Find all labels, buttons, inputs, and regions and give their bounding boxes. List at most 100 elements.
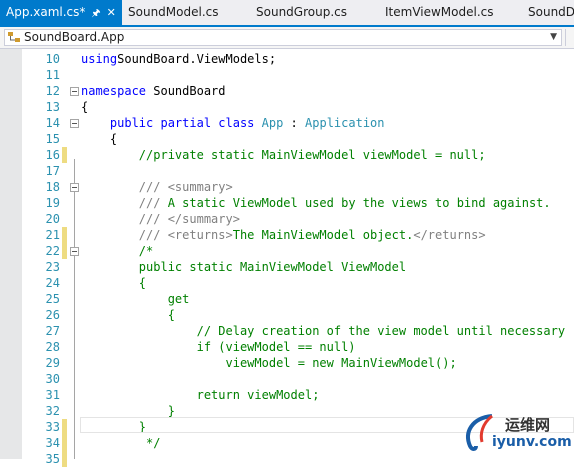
line-number: 27 (45, 324, 60, 338)
code-line[interactable]: 19 /// A static ViewModel used by the vi… (0, 195, 574, 211)
line-number: 25 (45, 292, 60, 306)
change-marker (62, 243, 67, 259)
line-number: 16 (45, 148, 60, 162)
code-line[interactable]: 29 viewModel = new MainViewModel(); (0, 355, 574, 371)
pin-icon[interactable]: 🖈 (91, 8, 100, 19)
watermark-text: 运维网 (505, 416, 551, 434)
code-token: : (283, 116, 306, 130)
navigation-bar: SoundBoard.App ▼ (0, 27, 574, 49)
change-marker (62, 227, 67, 243)
line-number: 10 (45, 52, 60, 66)
code-text: { (81, 275, 146, 291)
collapse-icon[interactable] (70, 247, 79, 256)
code-token: /// (138, 196, 161, 210)
code-token: if (viewModel == null) (196, 340, 356, 354)
tab-sounddata[interactable]: SoundDa (528, 0, 574, 25)
code-line[interactable]: 16 //private static MainViewModel viewMo… (0, 147, 574, 163)
line-number: 12 (45, 84, 60, 98)
code-token: viewModel = new MainViewModel(); (225, 356, 457, 370)
tab-soundgroup-cs[interactable]: SoundGroup.cs (256, 0, 347, 25)
code-line[interactable]: 12 namespace SoundBoard (0, 83, 574, 99)
code-token: { (167, 308, 175, 322)
chevron-down-icon[interactable]: ▼ (550, 30, 557, 45)
code-line[interactable]: 15 { (0, 131, 574, 147)
code-text: /// <summary> (81, 179, 233, 195)
code-text: { (81, 131, 117, 147)
line-number: 29 (45, 356, 60, 370)
line-number: 32 (45, 404, 60, 418)
change-marker (62, 451, 67, 467)
code-token: SoundBoard.ViewModels; (117, 52, 277, 66)
code-text: if (viewModel == null) (81, 339, 356, 355)
line-number: 13 (45, 100, 60, 114)
code-token: } (167, 404, 175, 418)
code-line[interactable]: 18 /// <summary> (0, 179, 574, 195)
code-editor[interactable]: 10 usingSoundBoard.ViewModels; 11 12 namespa… (0, 49, 574, 467)
line-number: 33 (45, 420, 60, 434)
collapse-icon[interactable] (70, 87, 79, 96)
tab-app-xaml-cs[interactable]: App.xaml.cs* 🖈 ✕ (0, 0, 122, 25)
line-number: 21 (45, 228, 60, 242)
document-tab-bar: App.xaml.cs* 🖈 ✕ SoundModel.cs SoundGroup.… (0, 0, 574, 27)
code-token: //private static MainViewModel viewModel… (138, 148, 486, 162)
code-line[interactable]: 10 usingSoundBoard.ViewModels; (0, 51, 574, 67)
code-text: namespace SoundBoard (81, 83, 226, 99)
code-line[interactable]: 13 { (0, 99, 574, 115)
line-number: 31 (45, 388, 60, 402)
close-icon[interactable]: ✕ (107, 6, 116, 19)
code-text: public partial class App : Application (81, 115, 385, 131)
code-line[interactable]: 27 // Delay creation of the view model u… (0, 323, 574, 339)
collapse-icon[interactable] (70, 183, 79, 192)
code-line[interactable]: 20 /// </summary> (0, 211, 574, 227)
code-token: { (138, 276, 147, 290)
class-icon (8, 32, 20, 42)
line-number: 19 (45, 196, 60, 210)
code-text: return viewModel; (81, 387, 320, 403)
code-line[interactable]: 26 { (0, 307, 574, 323)
tab-soundmodel-cs[interactable]: SoundModel.cs (128, 0, 218, 25)
tab-itemviewmodel-cs[interactable]: ItemViewModel.cs (385, 0, 494, 25)
code-text: /* (81, 243, 153, 259)
code-token: A static ViewModel used by the views to … (160, 196, 551, 210)
code-line[interactable]: 25 get (0, 291, 574, 307)
code-token: get (167, 292, 190, 306)
member-navigation-dropdown[interactable] (565, 29, 574, 46)
code-text: /// A static ViewModel used by the views… (81, 195, 551, 211)
code-text: // Delay creation of the view model unti… (81, 323, 565, 339)
code-line[interactable]: 28 if (viewModel == null) (0, 339, 574, 355)
line-number: 17 (45, 164, 60, 178)
code-line[interactable]: 30 (0, 371, 574, 387)
change-marker (62, 419, 67, 435)
code-line[interactable]: 14 public partial class App : Applicatio… (0, 115, 574, 131)
code-text: { (81, 307, 175, 323)
code-line[interactable]: 22 /* (0, 243, 574, 259)
line-number: 28 (45, 340, 60, 354)
line-number: 30 (45, 372, 60, 386)
code-token: public static MainViewModel ViewModel (138, 260, 407, 274)
code-line[interactable]: 24 { (0, 275, 574, 291)
class-navigation-dropdown[interactable]: SoundBoard.App ▼ (4, 29, 562, 46)
line-number: 35 (45, 452, 60, 466)
line-number: 20 (45, 212, 60, 226)
line-number: 18 (45, 180, 60, 194)
tab-label: SoundModel.cs (128, 5, 219, 19)
tab-label: ItemViewModel.cs (385, 5, 494, 19)
code-line[interactable]: 11 (0, 67, 574, 83)
code-line[interactable]: 21 /// <returns>The MainViewModel object… (0, 227, 574, 243)
code-token: using (81, 52, 118, 66)
code-line[interactable]: 17 (0, 163, 574, 179)
code-token: public partial class (109, 116, 255, 130)
code-line[interactable]: 31 return viewModel; (0, 387, 574, 403)
code-line[interactable]: 23 public static MainViewModel ViewModel (0, 259, 574, 275)
collapse-icon[interactable] (70, 119, 79, 128)
